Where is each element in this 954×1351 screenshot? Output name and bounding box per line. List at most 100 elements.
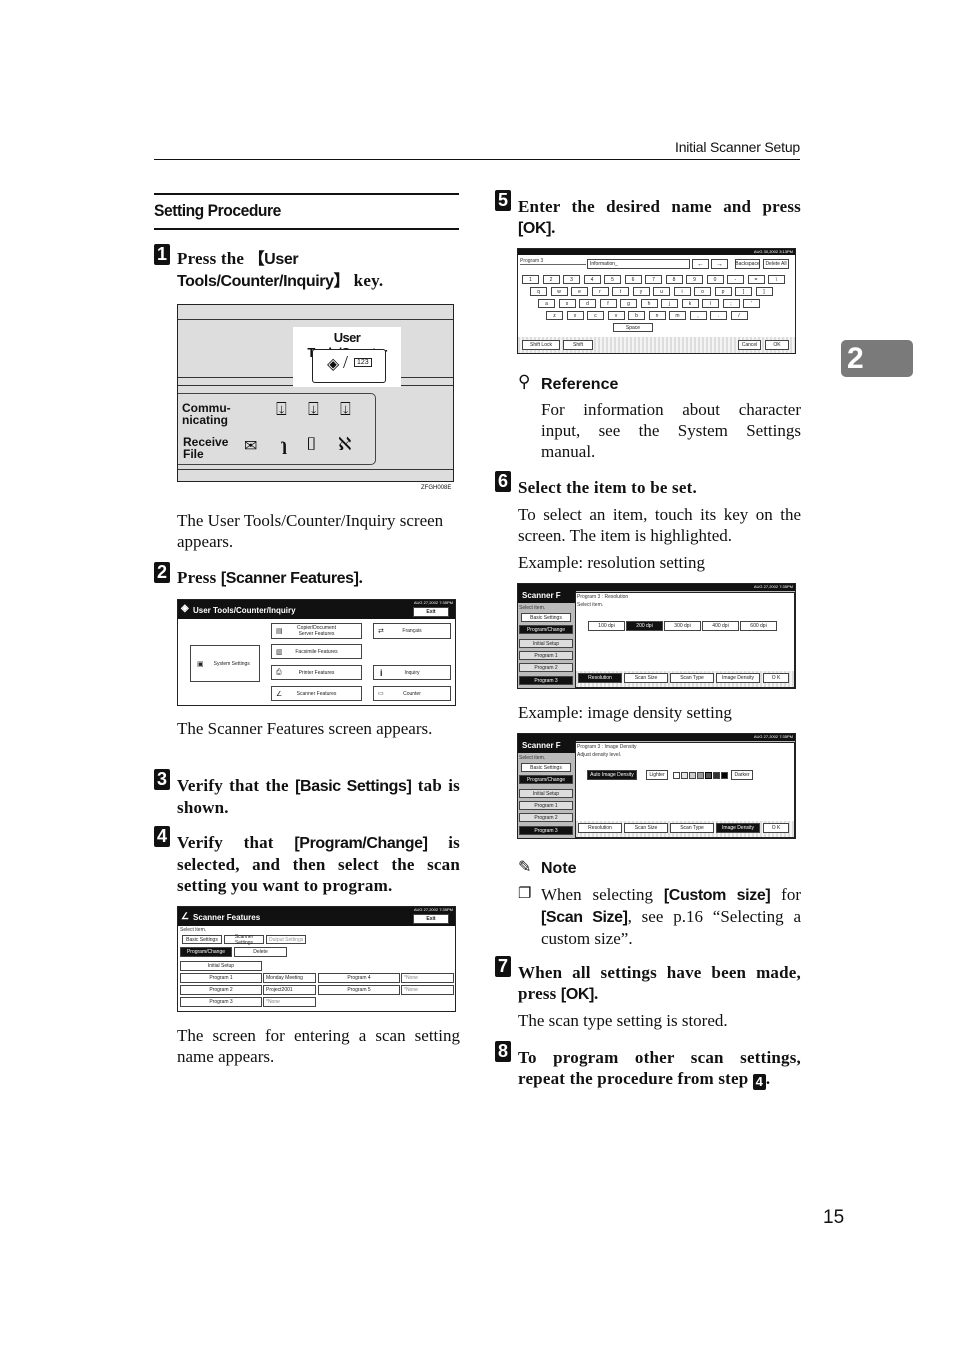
shift-lock-button[interactable]: Shift Lock xyxy=(522,340,560,350)
key-button[interactable]: d xyxy=(579,299,596,308)
key-button[interactable]: 4 xyxy=(583,275,601,284)
ok-button[interactable]: O K xyxy=(763,673,789,683)
key-button[interactable]: f xyxy=(599,299,617,308)
key-button[interactable]: k xyxy=(681,299,699,308)
darker-button[interactable]: Darker xyxy=(731,770,753,780)
cursor-right-button[interactable]: → xyxy=(711,259,728,269)
exit-button[interactable]: Exit xyxy=(413,607,449,617)
program-5-button[interactable]: Program 5 xyxy=(318,985,400,995)
key-button[interactable]: 9 xyxy=(686,275,703,284)
key-button[interactable]: i xyxy=(673,287,691,296)
key-button[interactable]: l xyxy=(702,299,719,308)
key-button[interactable]: m xyxy=(669,311,686,320)
delete-all-button[interactable]: Delete All xyxy=(763,259,789,269)
key-button[interactable]: h xyxy=(640,299,658,308)
program-change-button[interactable]: Program/Change xyxy=(180,947,232,957)
setting-tab[interactable]: Scan Type xyxy=(670,673,714,683)
setting-tab[interactable]: Image Density xyxy=(716,823,760,833)
shift-button[interactable]: Shift xyxy=(563,340,593,350)
program-1-button[interactable]: Program 1 xyxy=(180,973,262,983)
program-4-button[interactable]: Program 4 xyxy=(318,973,400,983)
setting-tab[interactable]: Resolution xyxy=(578,823,622,833)
step-text: . xyxy=(765,1069,771,1088)
key-button[interactable]: e xyxy=(571,287,588,296)
key-button[interactable]: 8 xyxy=(665,275,683,284)
key-button[interactable]: 7 xyxy=(645,275,662,284)
key-button[interactable]: ] xyxy=(755,287,773,296)
key-button[interactable]: u xyxy=(653,287,670,296)
key-button[interactable]: a xyxy=(538,299,555,308)
key-button[interactable]: x xyxy=(566,311,584,320)
lighter-button[interactable]: Lighter xyxy=(646,770,668,780)
key-button[interactable]: 0 xyxy=(706,275,724,284)
ok-button[interactable]: OK xyxy=(765,340,789,350)
key-button[interactable]: z xyxy=(546,311,563,320)
key-button[interactable]: w xyxy=(550,287,568,296)
key-button[interactable]: 2 xyxy=(542,275,560,284)
name-input[interactable]: Information_ xyxy=(587,259,690,269)
key-button[interactable]: s xyxy=(558,299,576,308)
key-button[interactable]: 3 xyxy=(563,275,580,284)
delete-button[interactable]: Delete xyxy=(234,947,287,957)
key-button[interactable]: . xyxy=(710,311,727,320)
key-button[interactable]: 5 xyxy=(604,275,621,284)
key-button[interactable]: [ xyxy=(735,287,752,296)
key-button[interactable]: v xyxy=(607,311,625,320)
key-button[interactable]: , xyxy=(689,311,707,320)
key-button[interactable]: ' xyxy=(743,299,760,308)
setting-tab[interactable]: Scan Type xyxy=(670,823,714,833)
setting-tab[interactable]: Scan Size xyxy=(624,823,668,833)
key-button[interactable]: g xyxy=(620,299,637,308)
auto-image-density-button[interactable]: Auto Image Density xyxy=(587,770,637,780)
resolution-option[interactable]: 400 dpi xyxy=(702,621,739,631)
key-button[interactable]: - xyxy=(727,275,744,284)
key-button[interactable]: b xyxy=(628,311,645,320)
tab-scanner-settings[interactable]: Scanner Settings xyxy=(224,934,264,946)
backspace-button[interactable]: Backspace xyxy=(735,259,760,269)
step-reference-badge[interactable]: 4 xyxy=(752,1074,766,1090)
printer-features-button[interactable]: ⎙ Printer Features xyxy=(271,665,362,680)
key-button[interactable]: / xyxy=(730,311,748,320)
initial-setup-button[interactable]: Initial Setup xyxy=(180,961,262,971)
facsimile-features-button[interactable]: ▥ Facsimile Features xyxy=(271,644,362,659)
setting-tab[interactable]: Scan Size xyxy=(624,673,668,683)
exit-button[interactable]: Exit xyxy=(413,914,449,924)
resolution-option[interactable]: 100 dpi xyxy=(588,621,625,631)
key-button[interactable]: n xyxy=(648,311,666,320)
scanner-features-button[interactable]: ∠ Scanner Features xyxy=(271,686,362,701)
key-button[interactable]: p xyxy=(714,287,732,296)
step-number-3: 3 xyxy=(154,769,170,790)
copier-features-button[interactable]: ▤ Copier/Document Server Features xyxy=(271,623,362,639)
setting-tab[interactable]: Image Density xyxy=(716,673,760,683)
key-button[interactable]: = xyxy=(747,275,765,284)
key-button[interactable]: 1 xyxy=(522,275,539,284)
setting-tab[interactable]: Resolution xyxy=(578,673,622,683)
key-button[interactable]: 6 xyxy=(624,275,642,284)
tab-output-settings[interactable]: Output Settings xyxy=(266,935,306,944)
tab-basic-settings[interactable]: Basic Settings xyxy=(182,935,222,944)
user-tools-counter-key[interactable]: ◈ / 123 xyxy=(312,349,386,383)
scanner-icon: ∠ xyxy=(276,690,283,698)
key-button[interactable]: y xyxy=(632,287,650,296)
key-button[interactable]: j xyxy=(661,299,678,308)
key-button[interactable]: t xyxy=(612,287,629,296)
key-button[interactable]: r xyxy=(591,287,609,296)
key-button[interactable]: \ xyxy=(768,275,785,284)
system-settings-button[interactable]: ▣ System Settings xyxy=(190,645,260,682)
key-button[interactable]: q xyxy=(530,287,547,296)
program-3-button[interactable]: Program 3 xyxy=(180,997,262,1007)
key-button[interactable]: o xyxy=(694,287,711,296)
cancel-button[interactable]: Cancel xyxy=(738,340,761,350)
program-2-button[interactable]: Program 2 xyxy=(180,985,262,995)
resolution-option[interactable]: 200 dpi xyxy=(626,621,663,631)
inquiry-button[interactable]: i Inquiry xyxy=(373,665,451,680)
key-button[interactable]: c xyxy=(587,311,604,320)
resolution-option[interactable]: 300 dpi xyxy=(664,621,701,631)
cursor-left-button[interactable]: ← xyxy=(692,259,709,269)
space-key[interactable]: Space xyxy=(613,323,653,332)
key-button[interactable]: ; xyxy=(722,299,740,308)
counter-button[interactable]: ▭ Counter xyxy=(373,686,451,701)
ok-button[interactable]: O K xyxy=(763,823,789,833)
resolution-option[interactable]: 600 dpi xyxy=(740,621,777,631)
language-button[interactable]: ⇄ Français xyxy=(373,623,451,639)
